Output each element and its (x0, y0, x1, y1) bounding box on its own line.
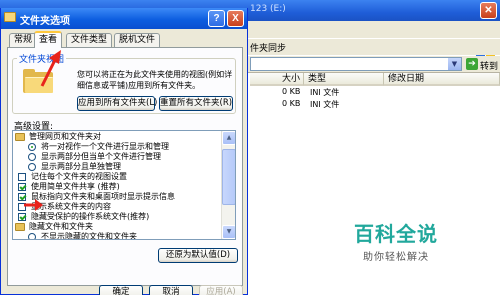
go-arrow-icon[interactable]: ➔ (466, 58, 478, 70)
tab-view[interactable]: 查看 (34, 31, 63, 48)
apply-button[interactable]: 应用(A) (199, 285, 243, 295)
file-row-type: INI 文件 (310, 100, 340, 109)
dialog-close-button[interactable]: X (227, 10, 244, 27)
radio-unselected-icon[interactable] (28, 153, 36, 161)
dialog-title: 文件夹选项 (20, 16, 70, 27)
apply-to-all-folders-button[interactable]: 应用到所有文件夹(L) (77, 96, 157, 111)
column-header-size[interactable]: 大小 (250, 73, 304, 86)
radio-unselected-icon[interactable] (28, 233, 36, 239)
file-row-type: INI 文件 (310, 88, 340, 97)
folder-icon (15, 133, 25, 141)
radio-unselected-icon[interactable] (28, 163, 36, 171)
settings-item-label: 不显示隐藏的文件和文件夹 (41, 232, 137, 240)
scroll-thumb[interactable] (222, 149, 235, 205)
settings-item-label: 显示两部分但当单个文件进行管理 (41, 152, 161, 161)
scroll-up-icon[interactable]: ▲ (222, 131, 235, 145)
tab-offline-files[interactable]: 脱机文件 (114, 33, 161, 47)
folder-views-description: 您可以将正在为此文件夹使用的视图(例如详细信息或平铺)应用到所有文件夹。 (77, 70, 233, 90)
annotation-arrow-icon (40, 50, 61, 87)
advanced-settings-list: 管理网页和文件夹对 将一对视作一个文件进行显示和管理 显示两部分但当单个文件进行管理… (12, 130, 236, 240)
settings-item-label: 将一对视作一个文件进行显示和管理 (41, 142, 169, 151)
ok-button[interactable]: 确定 (99, 285, 143, 295)
settings-item-label: 使用简单文件共享 (推荐) (31, 182, 120, 191)
reset-all-folders-button[interactable]: 重置所有文件夹(R) (159, 96, 233, 111)
address-dropdown-icon[interactable]: ▼ (448, 58, 461, 70)
file-row-size: 0 KB (282, 99, 301, 108)
watermark-title: 百科全说 (354, 222, 438, 246)
checkbox-unchecked-icon[interactable] (18, 173, 26, 181)
settings-item-label: 鼠标指向文件夹和桌面项时显示提示信息 (31, 192, 175, 201)
checkbox-checked-icon[interactable] (18, 183, 26, 191)
watermark: 百科全说 助你轻松解决 (336, 222, 456, 263)
folder-options-icon (4, 12, 16, 22)
scroll-down-icon[interactable]: ▼ (222, 225, 235, 239)
dialog-title-bar: 文件夹选项 ? X (1, 8, 247, 29)
folder-icon (15, 223, 25, 231)
restore-defaults-button[interactable]: 还原为默认值(D) (158, 248, 238, 263)
file-row-size: 0 KB (282, 87, 301, 96)
help-button[interactable]: ? (208, 10, 225, 27)
radio-selected-icon[interactable] (28, 143, 36, 151)
column-header-modified[interactable]: 修改日期 (384, 73, 500, 86)
advanced-settings-scrollbar[interactable]: ▲ ▼ (221, 131, 235, 239)
settings-item-label: 记住每个文件夹的视图设置 (31, 172, 127, 181)
tab-file-types[interactable]: 文件类型 (66, 33, 113, 47)
watermark-subtitle: 助你轻松解决 (363, 252, 429, 263)
explorer-close-icon[interactable]: ✕ (480, 2, 497, 19)
annotation-arrow-icon (24, 199, 43, 211)
settings-item-label: 显示两部分且单独管理 (41, 162, 121, 171)
address-input[interactable]: ▼ (250, 57, 462, 71)
column-header-type[interactable]: 类型 (304, 73, 384, 86)
go-button-label[interactable]: 转到 (480, 59, 498, 72)
checkbox-checked-icon[interactable] (18, 213, 26, 221)
cancel-button[interactable]: 取消 (149, 285, 193, 295)
folder-sync-button[interactable]: 件夹同步 (250, 41, 286, 54)
settings-item-label: 管理网页和文件夹对 (29, 132, 101, 141)
settings-item-label: 隐藏受保护的操作系统文件(推荐) (31, 212, 150, 221)
explorer-title: 123 (E:) (250, 4, 286, 14)
settings-item-label: 隐藏文件和文件夹 (29, 222, 93, 231)
tab-general[interactable]: 常规 (9, 33, 38, 47)
